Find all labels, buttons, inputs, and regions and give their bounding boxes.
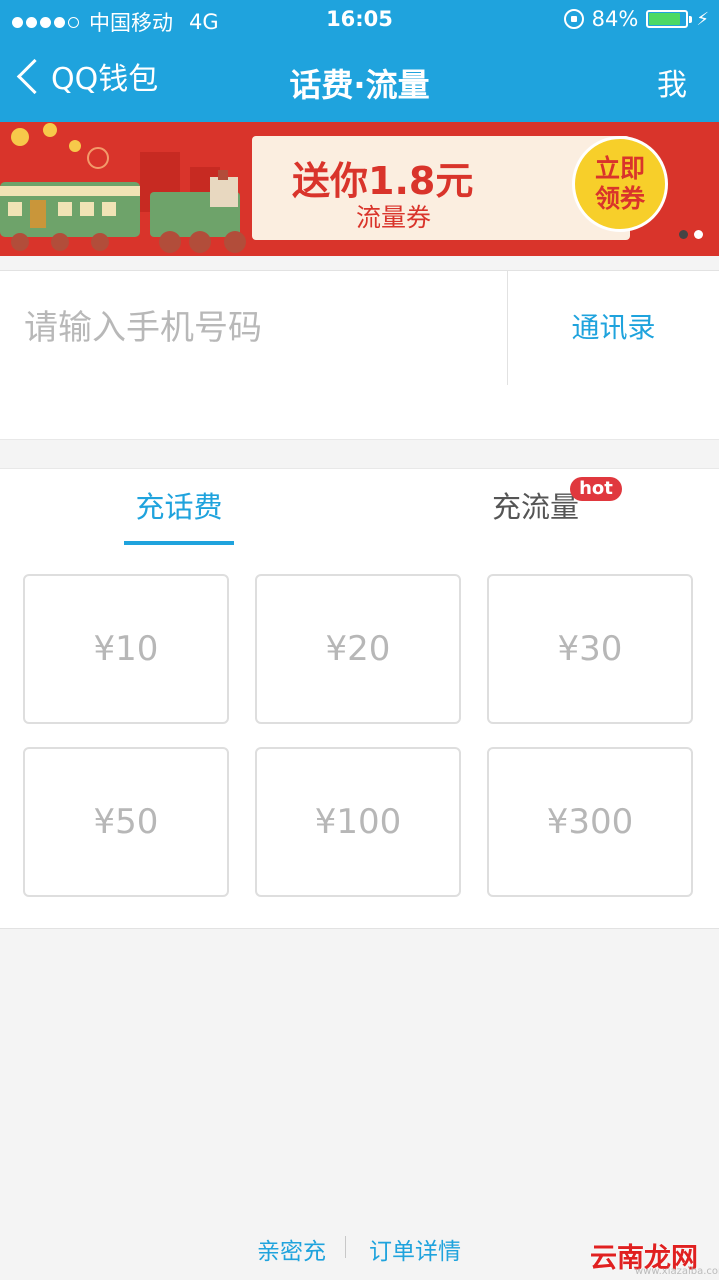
amount-option[interactable]: ¥10: [23, 574, 229, 724]
claim-coupon-line2: 领券: [594, 184, 645, 213]
charging-bolt-icon: ⚡: [696, 8, 709, 30]
tab-data-traffic-label: 充流量: [492, 490, 580, 524]
promo-banner[interactable]: 送你1.8元 流量券 立即 领券: [0, 122, 719, 256]
tab-call-credit[interactable]: 充话费: [120, 469, 238, 546]
footer-divider: [345, 1236, 346, 1258]
status-right: 84% ⚡: [563, 7, 709, 31]
status-bar: 中国移动 4G 16:05 84% ⚡: [0, 0, 719, 40]
banner-pager: [679, 230, 703, 239]
spacer-row: [0, 385, 719, 440]
hot-badge: hot: [570, 477, 622, 501]
pager-dot: [694, 230, 703, 239]
pager-dot: [679, 230, 688, 239]
orientation-lock-icon: [563, 9, 584, 29]
amount-option[interactable]: ¥100: [255, 747, 461, 897]
family-recharge-link[interactable]: 亲密充: [257, 1232, 326, 1266]
battery-percent: 84%: [591, 7, 639, 31]
page-title: 话费·流量: [289, 66, 430, 104]
train-illustration: [0, 122, 260, 256]
amount-option[interactable]: ¥20: [255, 574, 461, 724]
order-details-link[interactable]: 订单详情: [369, 1232, 461, 1266]
phone-number-input[interactable]: [0, 271, 506, 385]
navigation-bar: QQ钱包 话费·流量 我: [0, 40, 719, 122]
claim-coupon-line1: 立即: [594, 154, 645, 183]
claim-coupon-button[interactable]: 立即 领券: [572, 136, 668, 232]
recharge-tabs: 充话费 充流量 hot: [0, 468, 719, 546]
promo-subline: 流量券: [356, 203, 432, 232]
phone-row: 通讯录: [0, 270, 719, 386]
contacts-button[interactable]: 通讯录: [507, 271, 719, 385]
promo-headline: 送你1.8元: [292, 159, 474, 203]
amount-option[interactable]: ¥50: [23, 747, 229, 897]
amount-option[interactable]: ¥300: [487, 747, 693, 897]
me-button[interactable]: 我: [657, 60, 687, 104]
amount-grid: ¥10 ¥20 ¥30 ¥50 ¥100 ¥300: [0, 545, 719, 929]
watermark: 云南龙网 www.xiazaiba.com: [560, 1210, 719, 1280]
battery-icon: [646, 10, 693, 28]
tab-call-credit-label: 充话费: [135, 490, 223, 524]
amount-option[interactable]: ¥30: [487, 574, 693, 724]
watermark-url: www.xiazaiba.com: [635, 1266, 719, 1277]
